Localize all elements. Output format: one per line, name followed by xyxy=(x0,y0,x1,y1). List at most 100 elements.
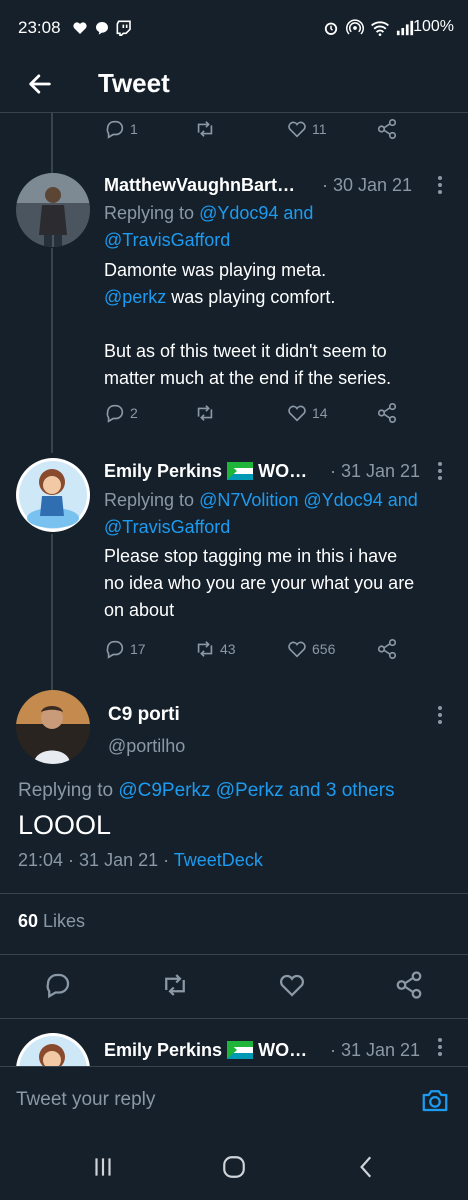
retweet-icon[interactable] xyxy=(160,970,190,1000)
replying-to: Replying to @Ydoc94 and @TravisGafford xyxy=(104,200,454,254)
retweet-icon xyxy=(197,405,213,421)
more-options-icon[interactable] xyxy=(436,460,444,482)
tweet-source[interactable]: TweetDeck xyxy=(174,850,263,870)
back-arrow-icon[interactable] xyxy=(26,70,54,98)
reply-button[interactable]: 2 xyxy=(104,402,138,424)
avatar[interactable] xyxy=(16,173,90,247)
replying-prefix: Replying to xyxy=(18,780,119,801)
divider xyxy=(0,1018,468,1019)
reply-icon xyxy=(106,120,124,139)
more-options-icon[interactable] xyxy=(436,174,444,196)
share-button[interactable] xyxy=(376,118,398,140)
avatar[interactable] xyxy=(16,458,90,532)
retweet-icon xyxy=(197,641,213,657)
replying-mentions[interactable]: @N7Volition @Ydoc94 and xyxy=(199,490,418,510)
share-icon[interactable] xyxy=(394,970,424,1000)
reply-input[interactable]: Tweet your reply xyxy=(16,1089,155,1111)
share-icon xyxy=(377,119,397,139)
like-count: 11 xyxy=(312,121,327,137)
replying-prefix: Replying to xyxy=(104,490,200,510)
share-button[interactable] xyxy=(376,638,398,660)
replying-to: Replying to @C9Perkz @Perkz and 3 others xyxy=(18,780,395,802)
reply-icon xyxy=(106,404,124,423)
like-button[interactable]: 11 xyxy=(286,118,327,140)
tweet-line: Please stop tagging me in this i have xyxy=(104,546,398,566)
display-name[interactable]: Emily Perkins WO… xyxy=(104,461,307,482)
tweet-text: Damonte was playing meta. @perkz was pla… xyxy=(104,257,454,392)
divider xyxy=(0,893,468,894)
tweet-timestamp: 21:04 · 31 Jan 21 · xyxy=(18,850,174,870)
display-name-suffix: WO… xyxy=(258,461,308,481)
tweet-line: no idea who you are your what you are xyxy=(104,573,415,593)
chat-notification-icon xyxy=(96,22,108,35)
page-title: Tweet xyxy=(98,68,170,98)
display-name[interactable]: Emily Perkins WO… xyxy=(104,1040,307,1061)
camera-icon[interactable] xyxy=(420,1085,450,1115)
tweet-date: · 30 Jan 21 xyxy=(322,175,413,195)
display-name[interactable]: C9 porti xyxy=(108,704,180,726)
tweet-date: · 31 Jan 21 xyxy=(330,1040,421,1060)
back-icon[interactable] xyxy=(354,1154,380,1180)
more-options-icon[interactable] xyxy=(436,1036,444,1058)
retweet-button[interactable]: 43 xyxy=(194,638,236,660)
home-icon[interactable] xyxy=(221,1154,247,1180)
retweet-button[interactable] xyxy=(194,118,216,140)
heart-icon xyxy=(288,121,306,138)
heart-icon[interactable] xyxy=(277,970,307,1000)
status-bar: 23:08 100% xyxy=(0,0,468,56)
likes-count: 60 xyxy=(18,911,39,931)
alarm-icon xyxy=(324,22,338,35)
display-name-text: Emily Perkins xyxy=(104,461,223,481)
tweet-line: on about xyxy=(104,600,175,620)
battery-level: 100% xyxy=(413,18,454,35)
like-button[interactable]: 14 xyxy=(286,402,328,424)
display-name[interactable]: MatthewVaughnBart… xyxy=(104,175,295,196)
flag-emoji-icon xyxy=(227,462,254,480)
tweet-line: was playing comfort. xyxy=(166,287,336,307)
heart-icon xyxy=(288,641,306,658)
tweet-metadata: 21:04 · 31 Jan 21 · TweetDeck xyxy=(18,850,263,871)
replying-mentions[interactable]: @TravisGafford xyxy=(104,230,230,250)
reply-count: 17 xyxy=(130,641,146,657)
main-tweet-actions xyxy=(0,970,468,1004)
reply-icon xyxy=(106,640,124,659)
tweet-actions: 17 43 656 xyxy=(104,638,404,662)
system-navigation-bar xyxy=(0,1130,468,1200)
user-handle[interactable]: @portilho xyxy=(108,736,185,757)
flag-emoji-icon xyxy=(227,1041,254,1059)
system-icons xyxy=(322,19,414,37)
wifi-icon xyxy=(371,21,389,36)
more-options-icon[interactable] xyxy=(436,704,444,726)
reply-composer: Tweet your reply xyxy=(0,1066,468,1131)
reply-button[interactable]: 17 xyxy=(104,638,146,660)
tweet-line: matter much at the end if the series. xyxy=(104,368,392,388)
signal-icon xyxy=(396,20,414,36)
likes-summary[interactable]: 60 Likes xyxy=(18,911,85,932)
display-name-text: Emily Perkins xyxy=(104,1040,223,1060)
replying-mentions[interactable]: @C9Perkz @Perkz and 3 others xyxy=(118,780,394,801)
thread-connector xyxy=(51,113,53,173)
recent-apps-icon[interactable] xyxy=(90,1154,116,1180)
heart-icon xyxy=(288,405,306,422)
tweet-actions-partial: 1 11 xyxy=(104,118,404,142)
divider xyxy=(0,954,468,955)
avatar[interactable] xyxy=(16,690,90,764)
share-button[interactable] xyxy=(376,402,398,424)
reply-count: 1 xyxy=(130,121,138,137)
tweet-date: · 31 Jan 21 xyxy=(330,461,421,481)
reply-button[interactable]: 1 xyxy=(104,118,138,140)
reply-icon[interactable] xyxy=(43,970,73,1000)
tweet-line: Damonte was playing meta. xyxy=(104,260,327,280)
like-button[interactable]: 656 xyxy=(286,638,335,660)
status-time: 23:08 xyxy=(18,18,61,37)
tweet-text: LOOOL xyxy=(18,810,112,840)
notification-icons xyxy=(72,20,132,36)
like-count: 656 xyxy=(312,641,336,657)
tweet-line: But as of this tweet it didn't seem to xyxy=(104,341,387,361)
retweet-button[interactable] xyxy=(194,402,216,424)
replying-mentions[interactable]: @Ydoc94 and xyxy=(199,203,313,223)
replying-mentions[interactable]: @TravisGafford xyxy=(104,517,230,537)
reply-count: 2 xyxy=(130,405,138,421)
mention-link[interactable]: @perkz xyxy=(104,287,166,307)
likes-label: Likes xyxy=(38,911,86,931)
